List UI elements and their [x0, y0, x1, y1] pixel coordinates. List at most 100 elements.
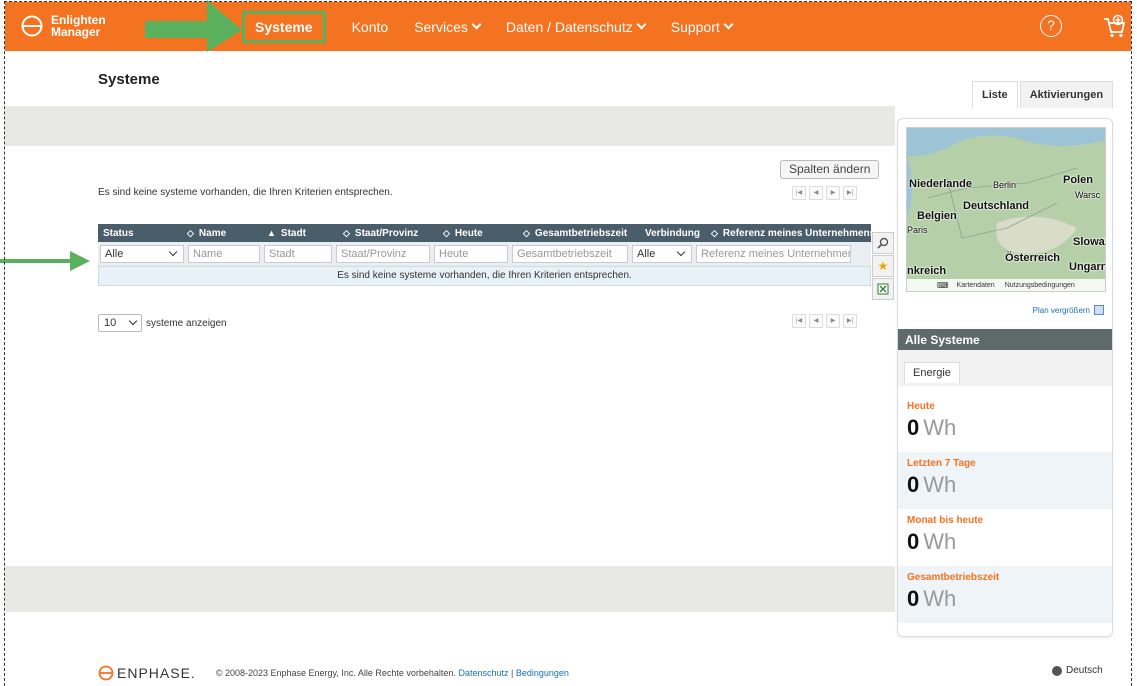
- last-page-icon[interactable]: ▶|: [843, 186, 857, 200]
- footer-band: [5, 566, 895, 612]
- map-label: nkreich: [907, 265, 947, 277]
- column-header-stadt[interactable]: ▲ Stadt: [262, 224, 338, 242]
- cart-icon[interactable]: [1101, 14, 1127, 40]
- stat-value: 0: [907, 472, 920, 497]
- main-nav: Systeme Konto Services Daten / Datenschu…: [242, 2, 758, 51]
- privacy-link[interactable]: Datenschutz: [458, 668, 508, 678]
- chevron-down-icon: [723, 19, 734, 30]
- stat-label: Gesamtbetriebszeit: [907, 572, 1000, 583]
- select-value: 10: [104, 317, 117, 329]
- nav-item-systeme[interactable]: Systeme: [242, 10, 326, 43]
- help-icon[interactable]: ?: [1040, 15, 1062, 37]
- stat-label: Heute: [907, 401, 935, 412]
- first-page-icon[interactable]: |◀: [792, 186, 806, 200]
- stat-label: Monat bis heute: [907, 515, 984, 526]
- stadt-filter-input[interactable]: Stadt: [264, 245, 332, 263]
- tab-aktivierungen[interactable]: Aktivierungen: [1019, 81, 1114, 108]
- name-filter-input[interactable]: Name: [188, 245, 260, 263]
- map-label: Deutschland: [963, 200, 1030, 212]
- stat-gesamtbetriebszeit: Gesamtbetriebszeit 0 Wh: [898, 566, 1112, 623]
- referenz-filter-input[interactable]: Referenz meines Unternehmens: [696, 245, 851, 263]
- last-page-icon[interactable]: ▶|: [843, 314, 857, 328]
- footer-separator: |: [511, 668, 514, 678]
- nav-label: Konto: [351, 18, 389, 35]
- table-empty-row: Es sind keine systeme vorhanden, die Ihr…: [98, 266, 871, 286]
- column-header-status[interactable]: Status: [98, 224, 182, 242]
- map-label: Paris: [907, 225, 928, 235]
- enlarge-map-label: Plan vergrößern: [1032, 305, 1090, 315]
- stat-value: 0: [907, 586, 920, 611]
- nav-label: Systeme: [255, 18, 313, 35]
- filter-row: Alle Name Stadt Staat/Provinz Heute Gesa…: [98, 242, 871, 266]
- column-label: Gesamtbetriebszeit: [534, 227, 628, 239]
- stat-heute: Heute 0 Wh: [898, 395, 1112, 452]
- column-label: Verbindung: [645, 227, 700, 239]
- sort-icon: ◇: [443, 227, 450, 238]
- sort-icon: ◇: [343, 227, 350, 238]
- column-label: Stadt: [280, 227, 306, 239]
- nav-label: Daten / Datenschutz: [505, 18, 633, 35]
- map-data-link[interactable]: Kartendaten: [957, 282, 995, 289]
- page-size-control: 10 systeme anzeigen: [98, 314, 227, 332]
- enlighten-logo[interactable]: Enlighten Manager: [21, 14, 106, 38]
- column-label: Referenz meines Unternehmens: [722, 227, 871, 239]
- heute-filter-input[interactable]: Heute: [434, 245, 508, 263]
- column-header-heute[interactable]: ◇ Heute: [438, 224, 518, 242]
- page-size-select[interactable]: 10: [98, 314, 142, 332]
- gesamtbetriebszeit-filter-input[interactable]: Gesamtbetriebszeit: [512, 245, 628, 263]
- map-label: Berlin: [993, 180, 1017, 190]
- enphase-logo-icon: [98, 665, 114, 681]
- sort-ascending-icon: ▲: [267, 228, 276, 238]
- annotation-arrow-right-icon: [145, 0, 242, 52]
- next-page-icon[interactable]: ▶: [826, 314, 840, 328]
- staat-filter-input[interactable]: Staat/Provinz: [336, 245, 430, 263]
- next-page-icon[interactable]: ▶: [826, 186, 840, 200]
- change-columns-button[interactable]: Spalten ändern: [780, 160, 880, 179]
- nav-item-services[interactable]: Services: [414, 19, 482, 35]
- tab-liste[interactable]: Liste: [972, 81, 1018, 108]
- nav-item-konto[interactable]: Konto: [352, 19, 389, 35]
- footer-brand: ENPHASE.: [117, 665, 196, 681]
- enlarge-map-link[interactable]: Plan vergrößern: [1033, 305, 1104, 315]
- chevron-down-icon: [471, 19, 482, 30]
- page-footer: ENPHASE. © 2008-2023 Enphase Energy, Inc…: [98, 665, 569, 681]
- page-title: Systeme: [98, 71, 160, 88]
- nav-item-support[interactable]: Support: [671, 19, 734, 35]
- language-selector[interactable]: Deutsch: [1052, 665, 1103, 676]
- sort-icon: ◇: [711, 227, 718, 238]
- prev-page-icon[interactable]: ◀: [809, 186, 823, 200]
- map-terms-link[interactable]: Nutzungsbedingungen: [1005, 282, 1075, 289]
- globe-icon: [1052, 665, 1062, 676]
- map-label: Ungarn: [1069, 261, 1106, 273]
- star-icon[interactable]: ★: [872, 255, 894, 277]
- map-label: Belgien: [917, 210, 957, 222]
- prev-page-icon[interactable]: ◀: [809, 314, 823, 328]
- verbindung-filter-select[interactable]: Alle: [632, 245, 692, 263]
- column-header-name[interactable]: ◇ Name: [182, 224, 262, 242]
- column-header-referenz[interactable]: ◇ Referenz meines Unternehmens: [706, 224, 871, 242]
- view-tabs: Liste Aktivierungen: [970, 81, 1114, 108]
- nav-item-daten-datenschutz[interactable]: Daten / Datenschutz: [505, 18, 647, 35]
- export-excel-icon[interactable]: [872, 278, 894, 300]
- terms-link[interactable]: Bedingungen: [516, 668, 569, 678]
- status-filter-select[interactable]: Alle: [100, 245, 184, 263]
- column-label: Staat/Provinz: [354, 227, 419, 239]
- header-band: [5, 106, 895, 146]
- enphase-footer-logo[interactable]: ENPHASE.: [98, 665, 196, 681]
- column-header-verbindung[interactable]: Verbindung: [640, 224, 706, 242]
- first-page-icon[interactable]: |◀: [792, 314, 806, 328]
- tab-energie[interactable]: Energie: [904, 362, 960, 383]
- stat-unit: Wh: [923, 415, 957, 440]
- chevron-down-icon: [168, 247, 178, 257]
- stat-letzten-7-tage: Letzten 7 Tage 0 Wh: [898, 452, 1112, 509]
- enphase-logo-icon: [21, 15, 43, 37]
- keyboard-icon[interactable]: ⌨: [937, 281, 949, 290]
- pager-top: |◀ ◀ ▶ ▶|: [789, 186, 857, 200]
- column-header-gesamtbetriebszeit[interactable]: ◇ Gesamtbetriebszeit: [518, 224, 640, 242]
- brand-line-2: Manager: [51, 25, 101, 39]
- summary-panel: Niederlande Berlin Polen Warsc Deutschla…: [897, 118, 1113, 637]
- select-value: Alle: [105, 248, 124, 260]
- search-icon[interactable]: [872, 232, 894, 254]
- column-header-staat[interactable]: ◇ Staat/Provinz: [338, 224, 438, 242]
- map-view[interactable]: Niederlande Berlin Polen Warsc Deutschla…: [906, 127, 1106, 292]
